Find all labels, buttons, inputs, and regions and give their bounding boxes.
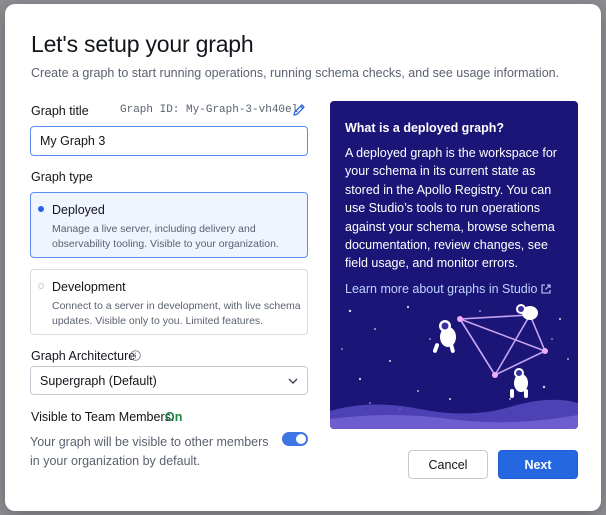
space-illustration [330,304,578,429]
selected-architecture: Supergraph (Default) [40,374,157,388]
visibility-toggle[interactable] [282,432,308,446]
graph-title-label: Graph title [31,104,89,118]
astronaut-bottom [510,368,528,398]
astronaut-right [516,304,538,320]
next-button[interactable]: Next [498,450,578,479]
learn-more-link[interactable]: Learn more about graphs in Studio [345,282,551,296]
graph-architecture-label: Graph Architecture [31,349,136,363]
graph-id-text: Graph ID: My-Graph-3-vh40el [120,104,299,116]
graph-type-option-development[interactable]: Development Connect to a server in devel… [30,269,308,335]
dialog-title: Let's setup your graph [31,31,254,57]
graph-type-label: Graph type [31,170,93,184]
chevron-down-icon [288,378,298,384]
graph-architecture-select[interactable]: Supergraph (Default) [30,366,308,395]
graph-title-input[interactable] [30,126,308,156]
dialog-subtitle: Create a graph to start running operatio… [31,66,560,80]
cancel-button[interactable]: Cancel [408,450,488,479]
info-icon[interactable] [130,350,141,361]
toggle-knob [296,434,306,444]
graph-type-option-deployed[interactable]: Deployed Manage a live server, including… [30,192,308,258]
info-panel: What is a deployed graph? A deployed gra… [330,101,578,429]
option-title: Development [52,280,126,294]
option-description: Manage a live server, including delivery… [52,223,279,250]
visibility-description: Your graph will be visible to other memb… [30,435,269,468]
visibility-state: On [165,410,183,424]
setup-graph-dialog: Let's setup your graph Create a graph to… [5,4,601,511]
external-link-icon[interactable] [540,284,551,294]
astronaut-left [432,320,456,353]
info-panel-body: A deployed graph is the workspace for yo… [345,146,557,271]
radio-selected-icon[interactable] [38,206,44,212]
info-panel-title: What is a deployed graph? [345,121,505,135]
pencil-icon[interactable] [292,103,306,117]
option-title: Deployed [52,203,105,217]
learn-more-link-text[interactable]: Learn more about graphs in Studio [345,282,538,296]
visibility-label: Visible to Team Members: [31,410,175,424]
radio-unselected-icon[interactable] [38,283,44,289]
option-description: Connect to a server in development, with… [52,300,301,327]
